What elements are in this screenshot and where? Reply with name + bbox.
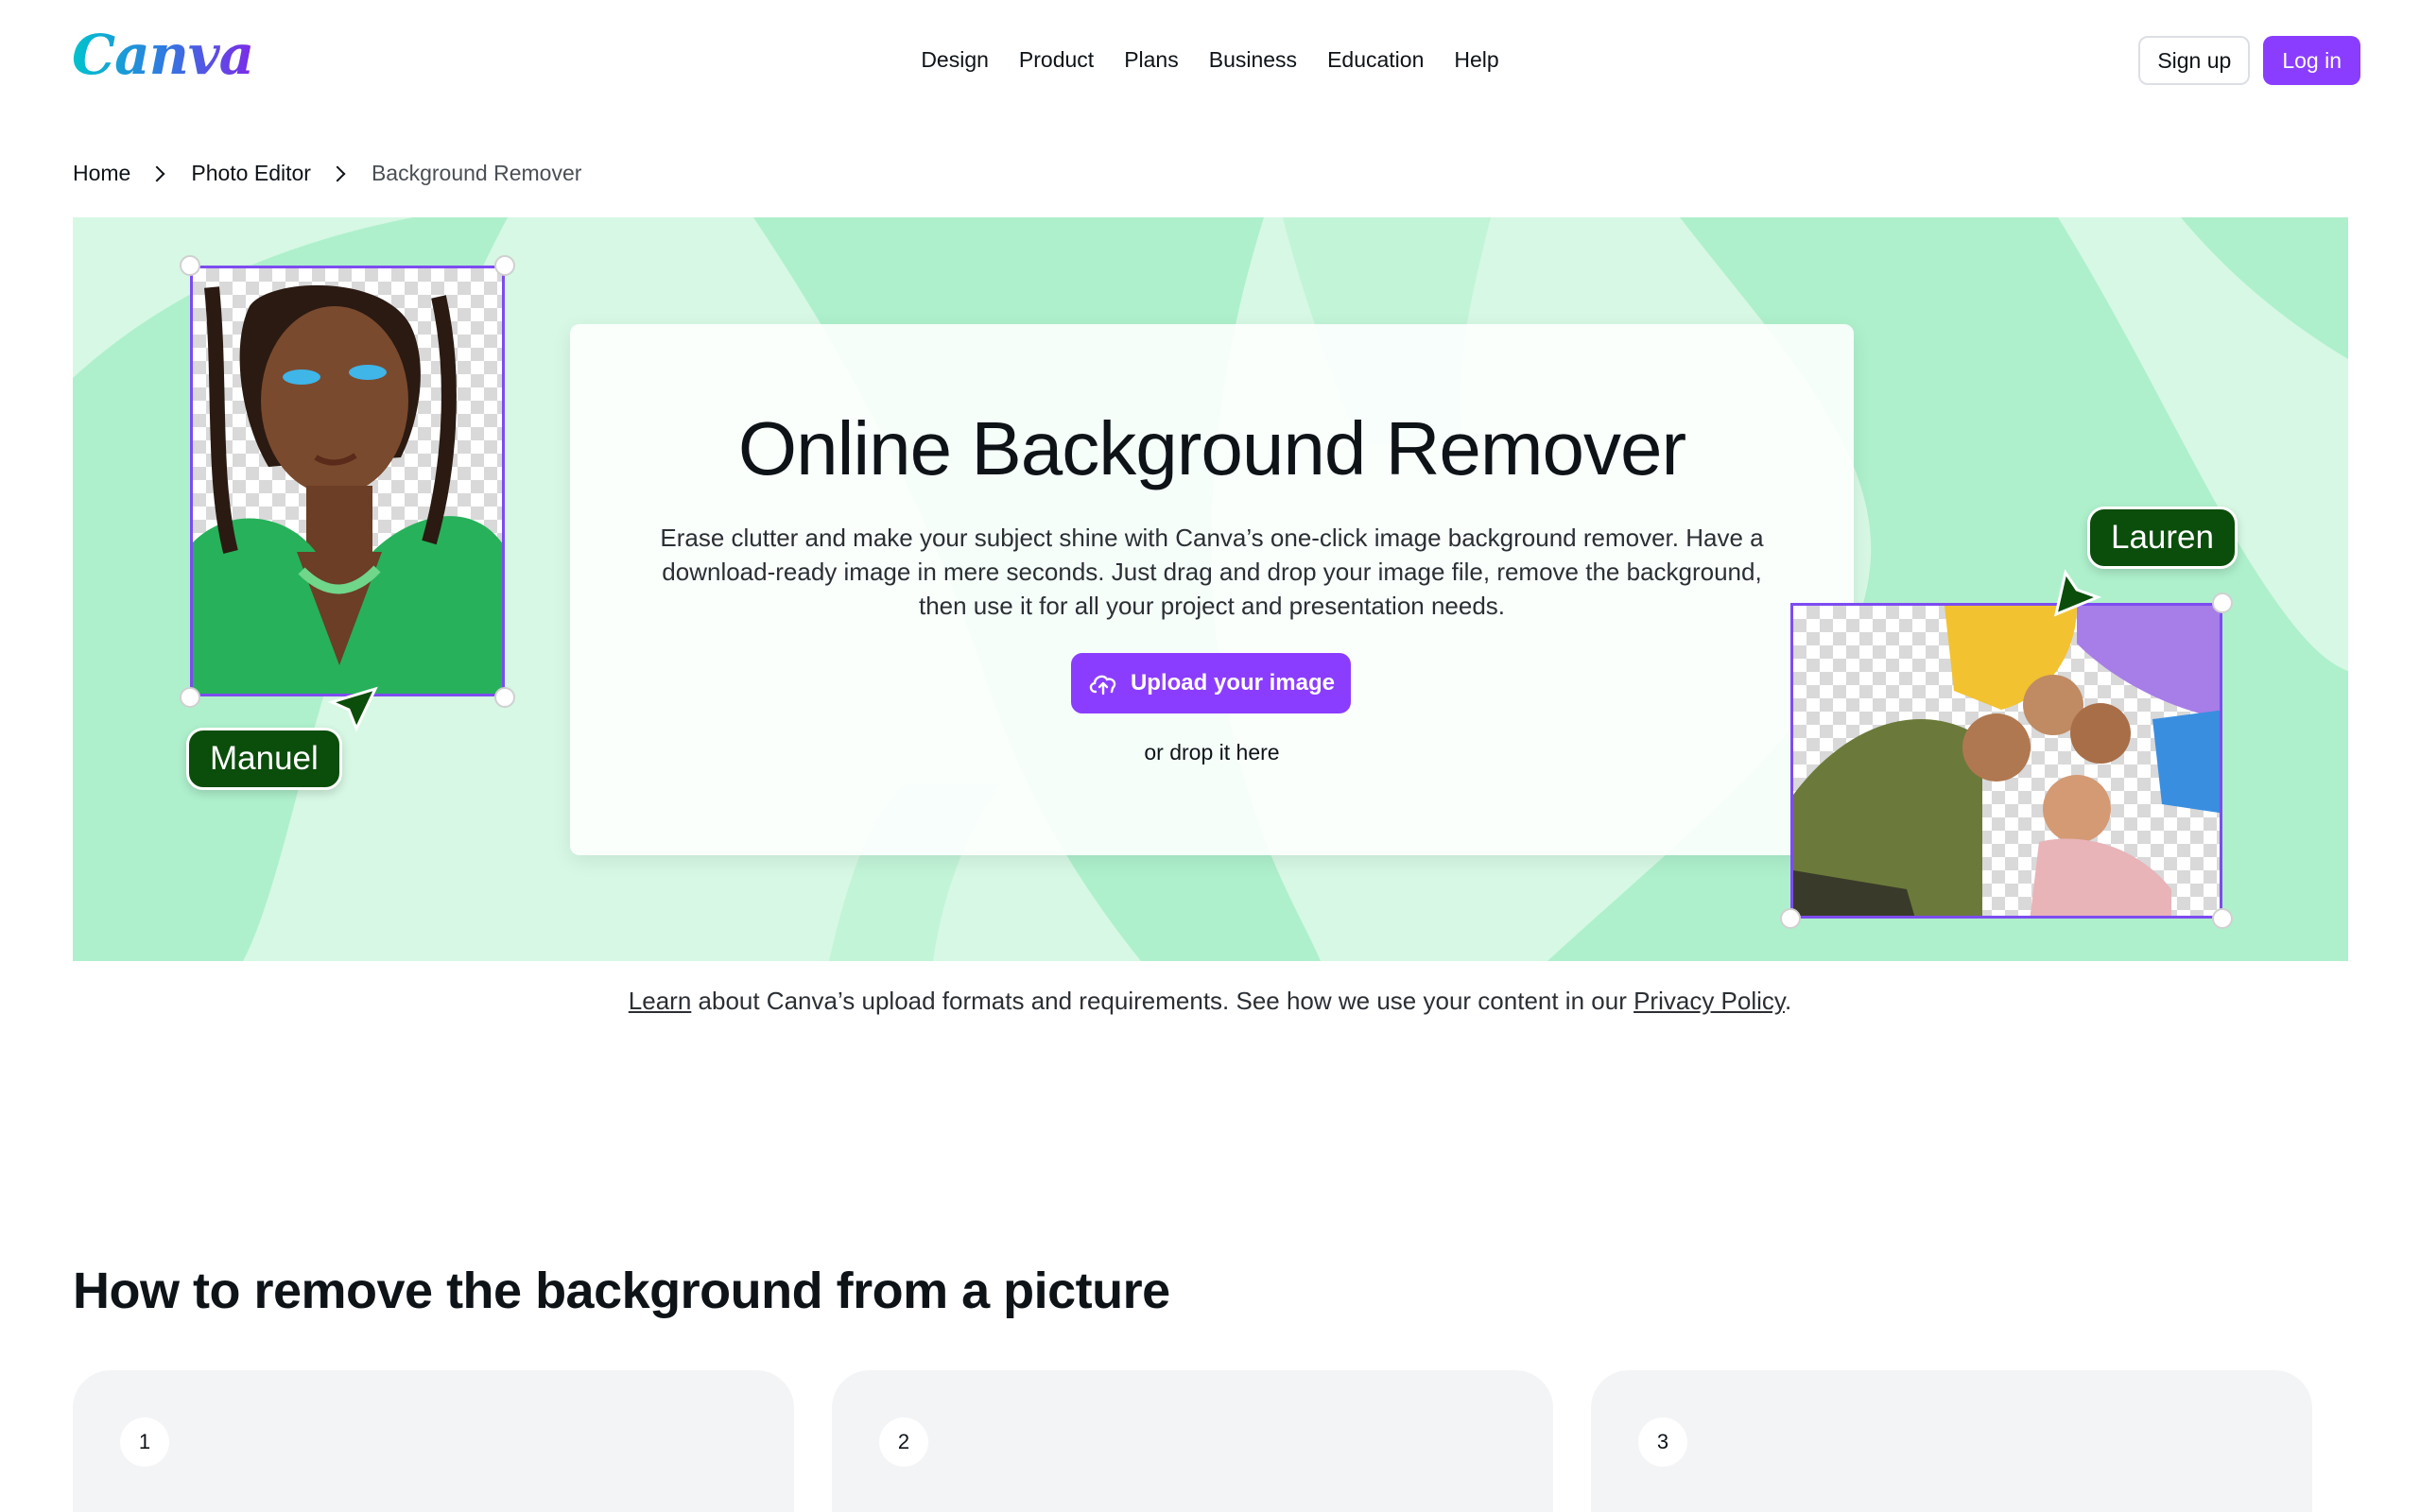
nav-education[interactable]: Education [1312, 43, 1439, 77]
howto-steps: 1 2 3 [73, 1370, 2312, 1512]
drop-hint: or drop it here [1144, 740, 1280, 765]
resize-handle[interactable] [1780, 908, 1801, 929]
nav-help[interactable]: Help [1439, 43, 1513, 77]
upload-button-label: Upload your image [1130, 670, 1336, 696]
group-photo-right[interactable] [1790, 603, 2222, 919]
nav-product[interactable]: Product [1004, 43, 1109, 77]
resize-handle[interactable] [494, 255, 515, 276]
step-card: 1 [73, 1370, 794, 1512]
cursor-arrow-icon [2053, 569, 2102, 617]
breadcrumb: Home Photo Editor Background Remover [73, 161, 581, 186]
nav-design[interactable]: Design [906, 43, 1004, 77]
breadcrumb-photo-editor[interactable]: Photo Editor [191, 161, 311, 186]
breadcrumb-home[interactable]: Home [73, 161, 130, 186]
login-button[interactable]: Log in [2263, 36, 2360, 85]
nav-business[interactable]: Business [1194, 43, 1312, 77]
collaborator-tag-lauren: Lauren [2087, 507, 2238, 569]
nav-plans[interactable]: Plans [1109, 43, 1194, 77]
portrait-photo-left[interactable] [190, 266, 505, 696]
note-end: . [1784, 987, 1792, 1015]
step-card: 2 [832, 1370, 1553, 1512]
resize-handle[interactable] [2212, 593, 2233, 613]
resize-handle[interactable] [2212, 908, 2233, 929]
signup-button[interactable]: Sign up [2138, 36, 2251, 85]
step-card: 3 [1591, 1370, 2312, 1512]
site-header: Canva Design Product Plans Business Educ… [0, 0, 2420, 123]
upload-card: Online Background Remover Erase clutter … [570, 324, 1854, 855]
step-number: 2 [879, 1418, 928, 1467]
upload-info-note: Learn about Canva’s upload formats and r… [0, 987, 2420, 1016]
cloud-upload-icon [1089, 675, 1116, 696]
chevron-right-icon [148, 165, 165, 181]
privacy-policy-link[interactable]: Privacy Policy [1634, 987, 1785, 1015]
step-number: 3 [1638, 1418, 1687, 1467]
auth-buttons: Sign up Log in [2138, 36, 2360, 85]
learn-link[interactable]: Learn [629, 987, 692, 1015]
resize-handle[interactable] [494, 687, 515, 708]
woman-portrait-illustration [193, 284, 502, 694]
group-selfie-illustration [1793, 606, 2220, 916]
collaborator-tag-manuel: Manuel [186, 728, 342, 790]
breadcrumb-current: Background Remover [371, 161, 582, 185]
resize-handle[interactable] [180, 687, 200, 708]
hero-banner: Manuel Online Background Remover Erase c… [73, 217, 2348, 961]
upload-image-button[interactable]: Upload your image [1071, 653, 1351, 713]
page-title: Online Background Remover [737, 406, 1686, 490]
note-text: about Canva’s upload formats and require… [691, 987, 1634, 1015]
chevron-right-icon [329, 165, 346, 181]
howto-title: How to remove the background from a pict… [73, 1263, 1170, 1319]
step-number: 1 [120, 1418, 169, 1467]
hero-description: Erase clutter and make your subject shin… [660, 524, 1764, 620]
resize-handle[interactable] [180, 255, 200, 276]
main-nav: Design Product Plans Business Education … [0, 43, 2420, 77]
